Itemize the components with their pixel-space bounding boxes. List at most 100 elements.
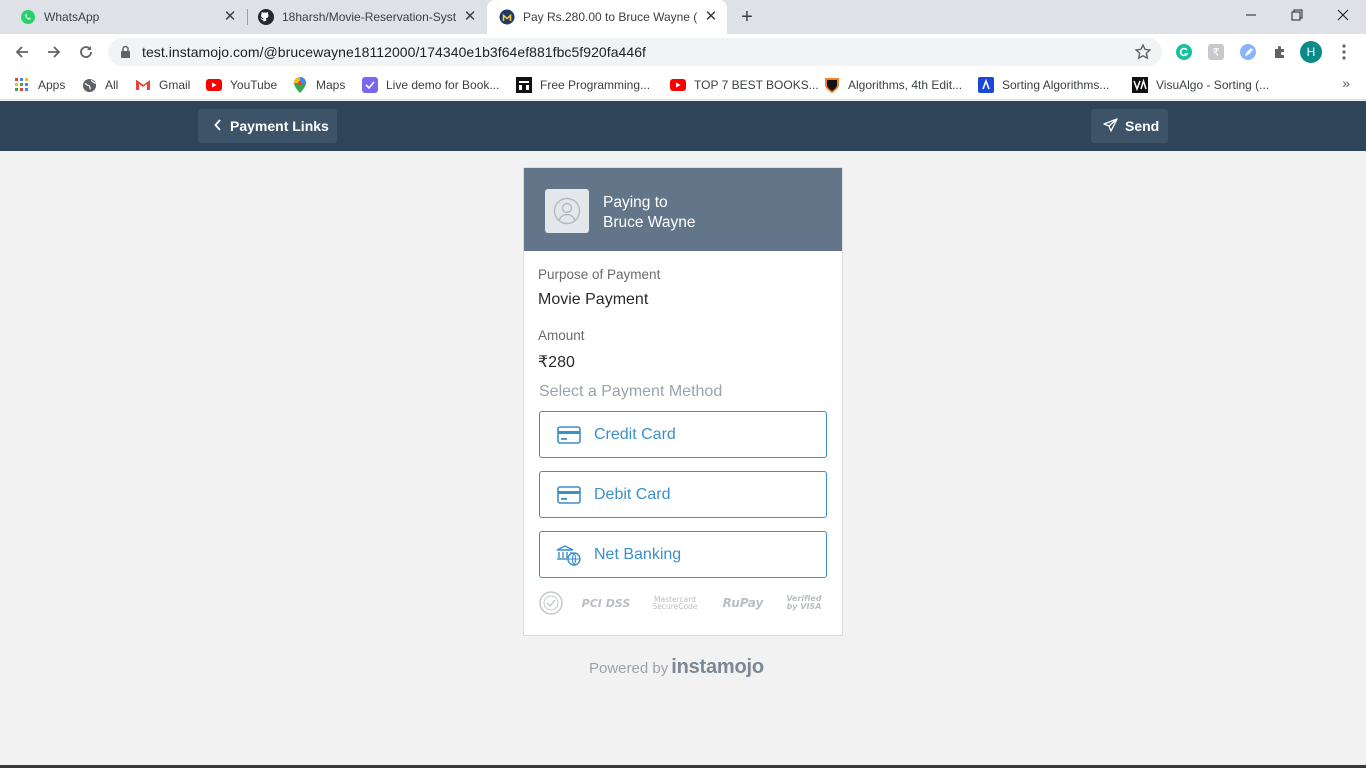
- bookmark-label: Free Programming...: [540, 78, 651, 92]
- arrow-left-icon: [15, 46, 28, 58]
- tab-title: WhatsApp: [44, 10, 100, 24]
- globe-icon: [81, 77, 97, 93]
- user-icon: [553, 197, 581, 225]
- verified-by-visa-badge: Verified by VISA: [786, 594, 822, 611]
- select-method-heading: Select a Payment Method: [539, 383, 723, 400]
- reload-icon: [80, 46, 92, 58]
- paying-to-block: Paying to Bruce Wayne: [603, 193, 695, 233]
- bookmarks-bar: Apps All Gmail YouTube Maps Live demo fo…: [0, 70, 1366, 100]
- extension-pen-icon[interactable]: [1238, 42, 1258, 62]
- payee-name: Bruce Wayne: [603, 214, 696, 231]
- profile-avatar[interactable]: H: [1300, 41, 1322, 63]
- payment-links-button[interactable]: Payment Links: [198, 109, 337, 143]
- bookmark-label: VisuAlgo - Sorting (...: [1156, 78, 1270, 92]
- maps-pin-icon: [292, 77, 308, 93]
- payee-header: Paying to Bruce Wayne: [524, 168, 842, 251]
- bookmark-dark-icon: [516, 77, 532, 93]
- send-button[interactable]: Send: [1091, 109, 1168, 143]
- payment-card: Paying to Bruce Wayne Purpose of Payment…: [523, 167, 843, 636]
- reload-button[interactable]: [72, 38, 100, 66]
- debit-card-button[interactable]: Debit Card: [539, 471, 827, 518]
- bookmark-free-programming[interactable]: Free Programming...: [516, 76, 650, 94]
- bookmark-star-icon[interactable]: [1134, 43, 1152, 66]
- extension-rupee-icon[interactable]: ₹: [1206, 42, 1226, 62]
- credit-card-icon: [556, 424, 582, 446]
- tab-github[interactable]: 18harsh/Movie-Reservation-System ✕: [248, 0, 486, 34]
- gmail-icon: [135, 77, 151, 93]
- secure-seal-icon: [538, 588, 564, 618]
- payment-links-label: Payment Links: [230, 118, 329, 134]
- minimize-button[interactable]: [1228, 0, 1274, 30]
- purpose-value: Movie Payment: [538, 291, 649, 308]
- forward-button[interactable]: [40, 38, 68, 66]
- security-badges: PCI DSS Mastercard SecureCode RuPay Veri…: [538, 588, 828, 618]
- chevron-left-icon: [214, 118, 222, 134]
- new-tab-button[interactable]: +: [736, 6, 758, 28]
- bookmark-sorting-algorithms[interactable]: Sorting Algorithms...: [978, 76, 1109, 94]
- tab-whatsapp[interactable]: WhatsApp ✕: [0, 0, 246, 34]
- mastercard-securecode-badge: Mastercard SecureCode: [652, 594, 698, 611]
- bookmark-label: Sorting Algorithms...: [1002, 78, 1110, 92]
- pci-dss-badge: PCI DSS: [581, 596, 631, 610]
- browser-toolbar: test.instamojo.com/@brucewayne18112000/1…: [0, 34, 1366, 70]
- amount-value: ₹280: [538, 354, 575, 371]
- bookmark-label: Algorithms, 4th Edit...: [848, 78, 963, 92]
- princeton-shield-icon: [824, 77, 840, 93]
- bookmark-visualgo[interactable]: VisuAlgo - Sorting (...: [1132, 76, 1269, 94]
- tab-close-icon[interactable]: ✕: [222, 9, 238, 25]
- youtube-icon: [670, 77, 686, 93]
- tab-title: Pay Rs.280.00 to Bruce Wayne (@bruce: [523, 10, 697, 24]
- bookmark-gmail[interactable]: Gmail: [135, 76, 190, 94]
- tab-title: 18harsh/Movie-Reservation-System: [282, 10, 456, 24]
- restore-button[interactable]: [1274, 0, 1320, 30]
- arrow-right-icon: [48, 46, 61, 58]
- bookmark-blue-icon: [978, 77, 994, 93]
- address-bar[interactable]: test.instamojo.com/@brucewayne18112000/1…: [108, 38, 1162, 66]
- paying-to-label: Paying to: [603, 194, 668, 211]
- bookmark-label: Live demo for Book...: [386, 78, 500, 92]
- bookmark-maps[interactable]: Maps: [292, 76, 345, 94]
- bookmark-top-7-books[interactable]: TOP 7 BEST BOOKS...: [670, 76, 819, 94]
- instamojo-logo[interactable]: instamojo: [671, 656, 764, 679]
- bookmark-label: TOP 7 BEST BOOKS...: [694, 78, 819, 92]
- debit-card-icon: [556, 484, 582, 506]
- net-banking-button[interactable]: Net Banking: [539, 531, 827, 578]
- tab-close-icon[interactable]: ✕: [462, 9, 478, 25]
- bookmarks-overflow-icon[interactable]: »: [1342, 75, 1350, 91]
- amount-label: Amount: [538, 328, 585, 343]
- bookmark-apps[interactable]: Apps: [14, 76, 65, 94]
- browser-tab-strip: WhatsApp ✕ 18harsh/Movie-Reservation-Sys…: [0, 0, 1366, 34]
- powered-by-label: Powered by: [589, 660, 669, 677]
- svg-text:₹: ₹: [1213, 46, 1220, 59]
- youtube-icon: [206, 77, 222, 93]
- close-window-button[interactable]: [1320, 0, 1366, 30]
- send-label: Send: [1125, 118, 1160, 134]
- github-icon: [258, 9, 274, 25]
- app-header-bar: Payment Links Send: [0, 101, 1366, 151]
- net-banking-label: Net Banking: [594, 545, 682, 563]
- bookmark-algorithms-4th[interactable]: Algorithms, 4th Edit...: [824, 76, 962, 94]
- bookmark-live-demo[interactable]: Live demo for Book...: [362, 76, 499, 94]
- bookmark-all[interactable]: All: [81, 76, 118, 94]
- menu-kebab-icon[interactable]: [1334, 42, 1354, 62]
- tab-payment-active[interactable]: Pay Rs.280.00 to Bruce Wayne (@bruce ✕: [487, 0, 727, 34]
- tab-close-icon[interactable]: ✕: [703, 9, 719, 25]
- bookmark-label: Apps: [38, 78, 66, 92]
- bank-globe-icon: [556, 544, 582, 566]
- debit-card-label: Debit Card: [594, 485, 671, 503]
- bookmark-label: Maps: [316, 78, 346, 92]
- instamojo-icon: [499, 9, 515, 25]
- credit-card-label: Credit Card: [594, 425, 676, 443]
- bookmark-label: Gmail: [159, 78, 191, 92]
- paper-plane-icon: [1103, 117, 1118, 135]
- purpose-label: Purpose of Payment: [538, 267, 661, 282]
- bookmark-youtube[interactable]: YouTube: [206, 76, 277, 94]
- bookmark-purple-icon: [362, 77, 378, 93]
- extensions-puzzle-icon[interactable]: [1270, 42, 1290, 62]
- bookmark-label: All: [105, 78, 119, 92]
- back-button[interactable]: [8, 38, 36, 66]
- credit-card-button[interactable]: Credit Card: [539, 411, 827, 458]
- grammarly-icon[interactable]: [1174, 42, 1194, 62]
- powered-by: Powered by instamojo: [589, 656, 764, 679]
- bookmark-label: YouTube: [230, 78, 278, 92]
